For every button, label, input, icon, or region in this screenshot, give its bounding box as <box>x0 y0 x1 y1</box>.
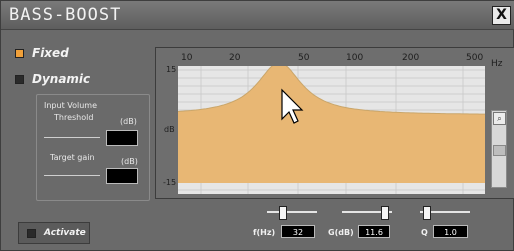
activate-button[interactable]: Activate <box>18 222 90 244</box>
freq-value-box[interactable]: 32 <box>281 225 315 238</box>
eq-plot-area[interactable] <box>177 53 485 194</box>
freq-slider-track <box>267 211 317 213</box>
scrollbar-thumb[interactable] <box>493 145 506 156</box>
freq-slider[interactable] <box>267 206 317 220</box>
threshold-label: Threshold <box>54 113 94 122</box>
freq-slider-knob[interactable] <box>279 206 287 220</box>
threshold-value-box[interactable] <box>106 130 138 146</box>
fixed-radio-led-icon <box>15 48 24 58</box>
target-gain-slider-track[interactable] <box>44 175 100 176</box>
y-axis-mid-label: dB <box>164 125 175 134</box>
title-bar[interactable]: BASS-BOOST X <box>1 1 514 30</box>
window-title: BASS-BOOST <box>9 5 122 25</box>
eq-curve-svg <box>177 53 485 194</box>
eq-graph-panel: 10 20 50 100 200 500 Hz 15 dB -15 ⌕ <box>155 47 514 199</box>
freq-tick-20: 20 <box>229 53 241 63</box>
zoom-magnifier-icon[interactable]: ⌕ <box>493 112 506 125</box>
activate-label: Activate <box>44 228 86 238</box>
dynamic-radio-led-icon <box>15 74 24 84</box>
q-slider-knob[interactable] <box>423 206 431 220</box>
freq-label: f(Hz) <box>253 228 276 237</box>
freq-tick-500: 500 <box>466 53 484 63</box>
freq-tick-200: 200 <box>402 53 420 63</box>
mode-fixed-radio[interactable]: Fixed <box>15 46 69 60</box>
target-gain-label: Target gain <box>50 153 95 162</box>
mode-dynamic-label: Dynamic <box>32 72 91 86</box>
freq-tick-10: 10 <box>181 53 193 63</box>
freq-tick-100: 100 <box>346 53 364 63</box>
y-axis-top-label: 15 <box>166 65 177 74</box>
mode-dynamic-radio[interactable]: Dynamic <box>15 72 90 86</box>
target-gain-value-box[interactable] <box>106 168 138 184</box>
activate-led-icon <box>27 228 36 238</box>
input-volume-group: Input Volume Threshold (dB) Target gain … <box>36 94 150 201</box>
q-slider[interactable] <box>420 206 470 220</box>
gain-slider[interactable] <box>342 206 392 220</box>
threshold-slider-track[interactable] <box>44 137 100 138</box>
y-axis-bottom-label: -15 <box>163 178 177 187</box>
q-value-box[interactable]: 1.0 <box>433 225 468 238</box>
bass-boost-window: BASS-BOOST X Fixed Dynamic Input Volume … <box>0 0 514 251</box>
freq-unit-label: Hz <box>491 59 503 69</box>
q-label: Q <box>421 228 428 237</box>
mode-fixed-label: Fixed <box>32 46 69 60</box>
close-button[interactable]: X <box>492 6 511 25</box>
threshold-unit: (dB) <box>120 117 137 126</box>
freq-tick-50: 50 <box>298 53 310 63</box>
gain-value-box[interactable]: 11.6 <box>358 225 390 238</box>
gain-slider-knob[interactable] <box>381 206 389 220</box>
target-gain-unit: (dB) <box>121 157 138 166</box>
eq-curve-fill <box>178 62 485 183</box>
graph-zoom-scrollbar[interactable]: ⌕ <box>491 110 507 188</box>
gain-label: G(dB) <box>328 228 354 237</box>
input-volume-title: Input Volume <box>44 101 98 110</box>
